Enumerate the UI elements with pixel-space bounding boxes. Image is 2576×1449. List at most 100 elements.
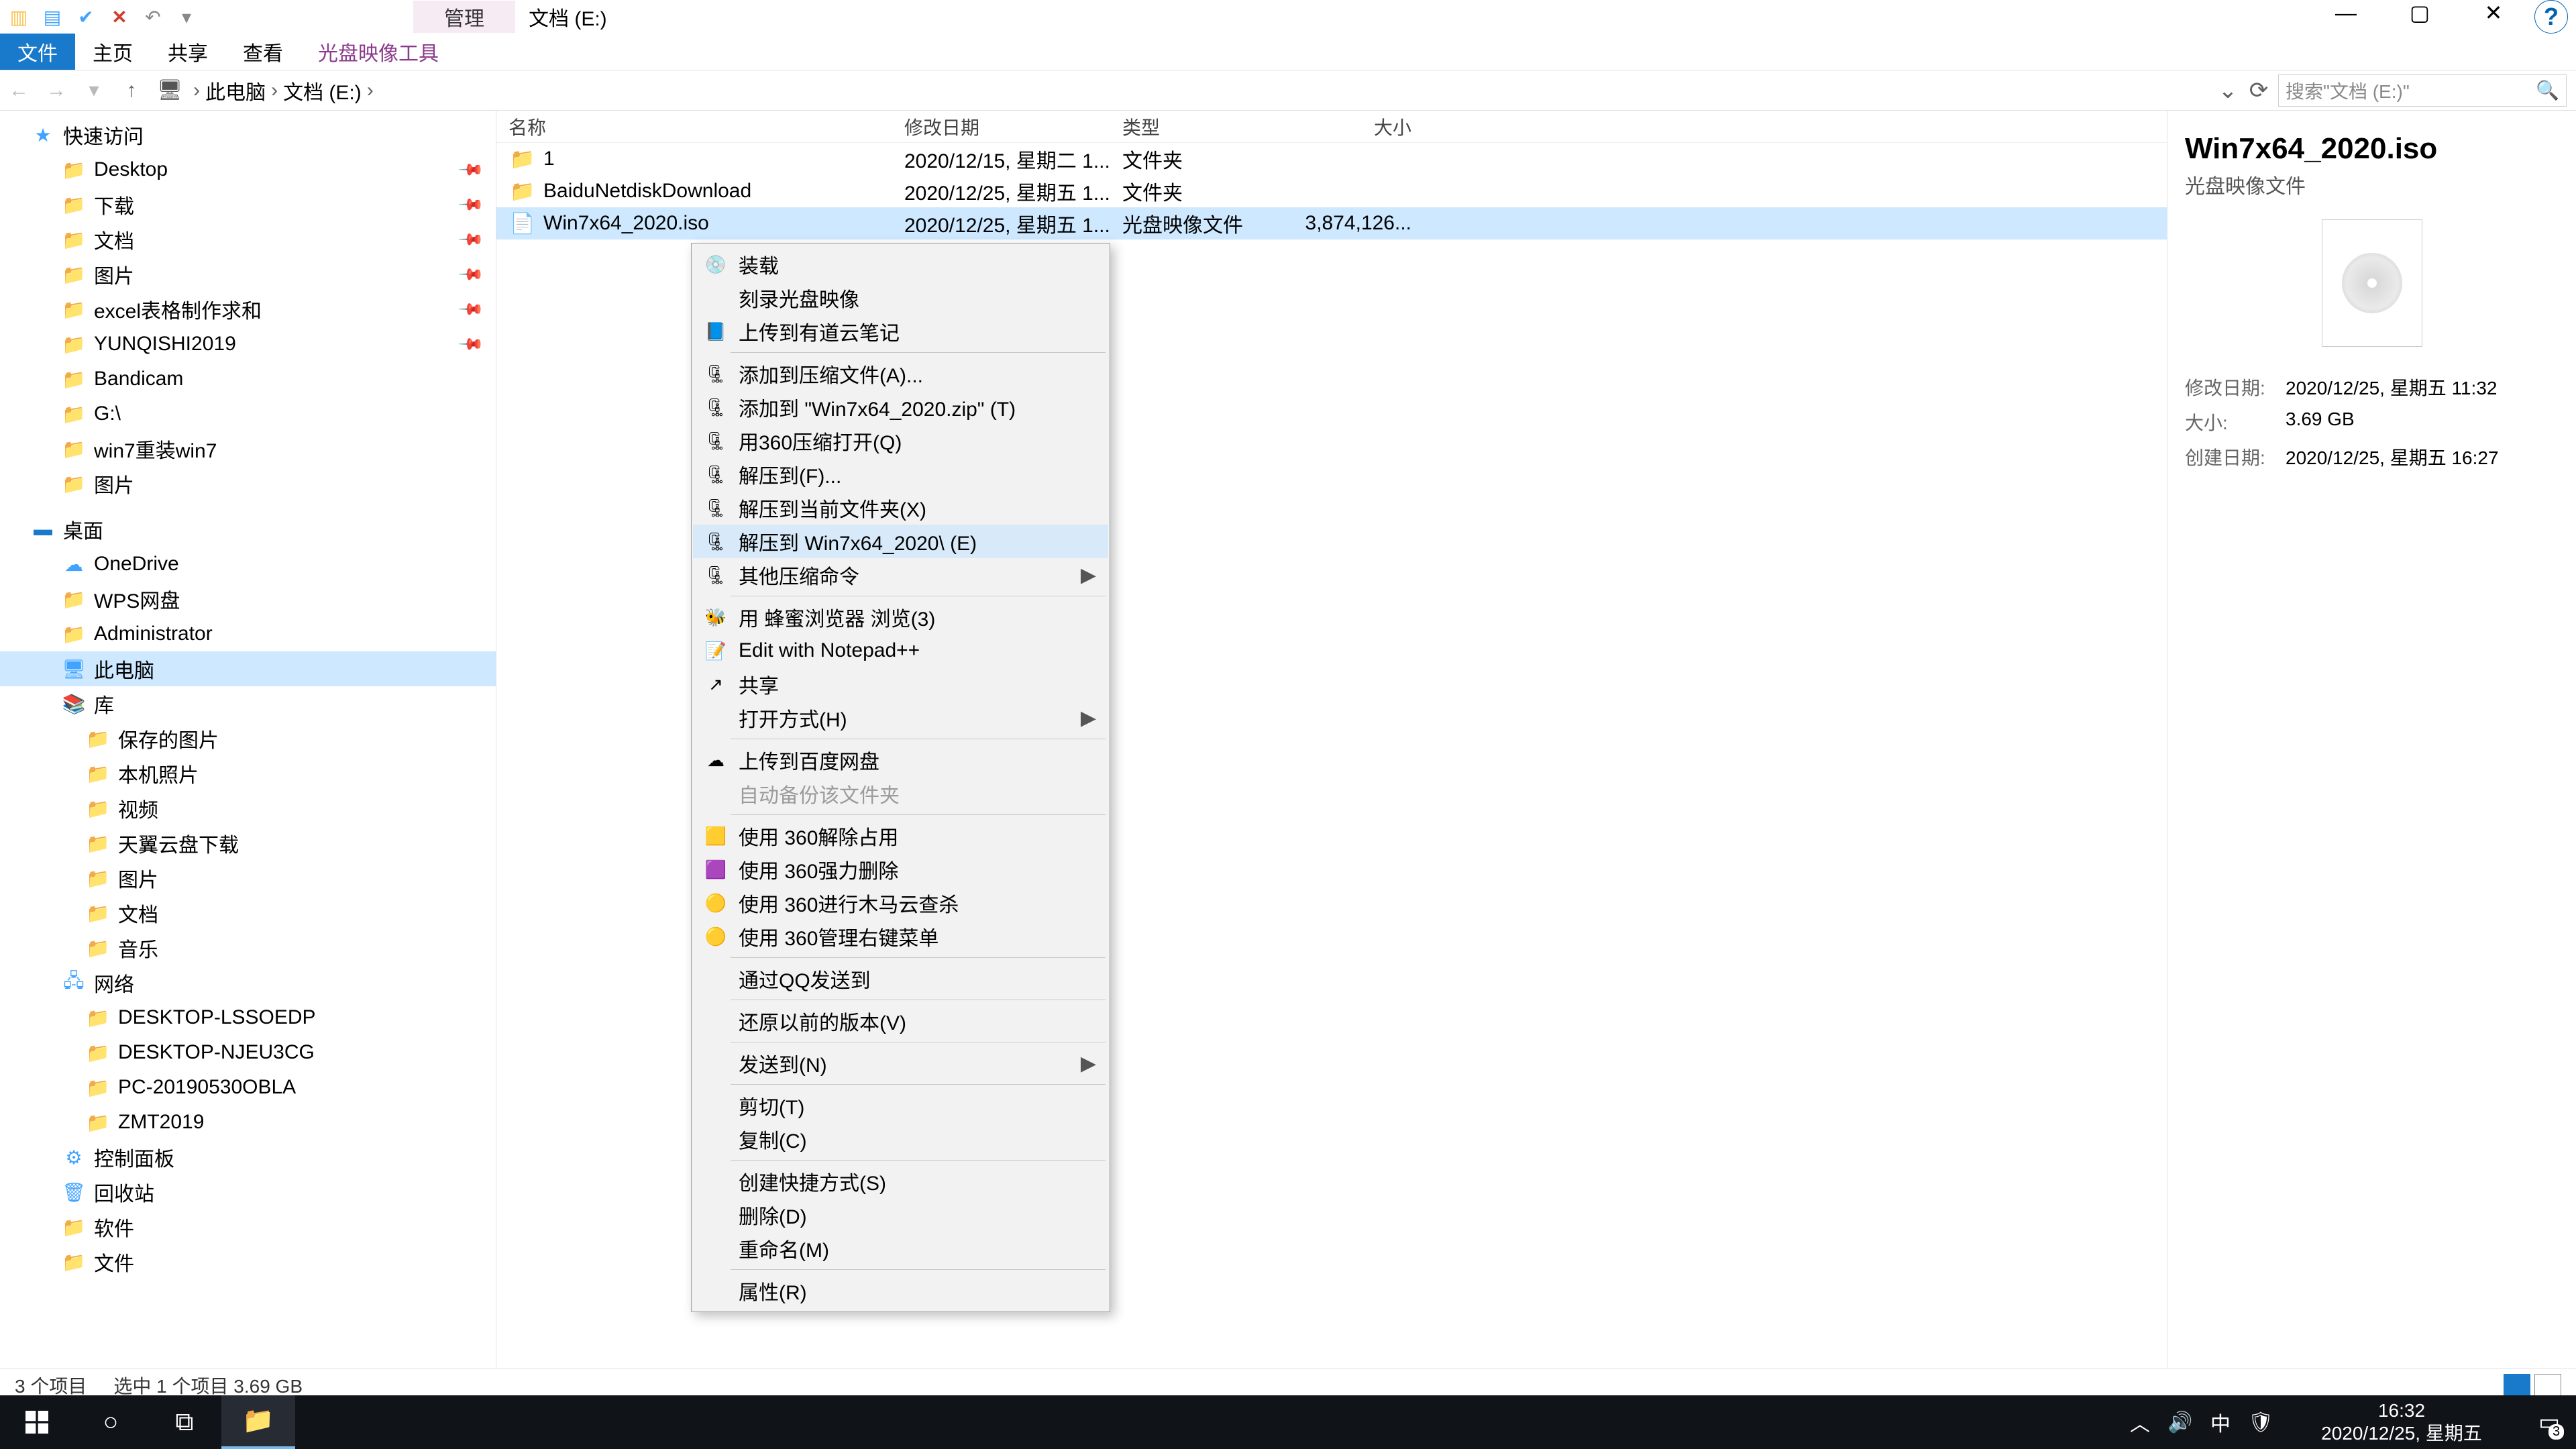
- view-details-button[interactable]: [2504, 1374, 2530, 1397]
- context-menu-item[interactable]: 🟡使用 360进行木马云查杀: [693, 886, 1108, 920]
- tree-item[interactable]: 📁图片: [0, 861, 496, 896]
- context-menu-item[interactable]: 🟪使用 360强力删除: [693, 853, 1108, 886]
- qa-dropdown-icon[interactable]: ▾: [173, 3, 200, 30]
- tree-item[interactable]: ☁OneDrive: [0, 547, 496, 582]
- col-type[interactable]: 类型: [1110, 113, 1291, 140]
- context-menu-item[interactable]: 属性(R): [693, 1274, 1108, 1307]
- refresh-button[interactable]: ⟳: [2243, 77, 2274, 104]
- tree-item[interactable]: 📁音乐: [0, 930, 496, 965]
- tree-item[interactable]: 📁天翼云盘下载: [0, 826, 496, 861]
- address-dropdown-icon[interactable]: ⌄: [2212, 77, 2243, 104]
- chevron-right-icon[interactable]: ›: [367, 79, 374, 102]
- tree-item[interactable]: 📁图片📌: [0, 257, 496, 292]
- context-menu-item[interactable]: 重命名(M): [693, 1232, 1108, 1265]
- context-menu-item[interactable]: 🐝用 蜂蜜浏览器 浏览(3): [693, 600, 1108, 634]
- tree-item[interactable]: 📁图片: [0, 466, 496, 501]
- chevron-right-icon[interactable]: ›: [193, 79, 200, 102]
- breadcrumb-drive[interactable]: 文档 (E:): [283, 76, 362, 105]
- context-menu-item[interactable]: 🟨使用 360解除占用: [693, 819, 1108, 853]
- tree-item[interactable]: 📁DESKTOP-NJEU3CG: [0, 1035, 496, 1070]
- breadcrumb-pc[interactable]: 此电脑: [205, 76, 266, 105]
- explorer-taskbar-button[interactable]: 📁: [221, 1395, 295, 1449]
- context-menu-item[interactable]: 🗜解压到当前文件夹(X): [693, 491, 1108, 525]
- context-menu-item[interactable]: 复制(C): [693, 1122, 1108, 1156]
- context-menu-item[interactable]: 打开方式(H)▶: [693, 701, 1108, 735]
- tree-item[interactable]: 📁文档: [0, 896, 496, 930]
- context-menu-item[interactable]: 发送到(N)▶: [693, 1046, 1108, 1080]
- col-date[interactable]: 修改日期: [892, 113, 1110, 140]
- tree-item[interactable]: 📁ZMT2019: [0, 1105, 496, 1140]
- context-menu-item[interactable]: 🗜添加到 "Win7x64_2020.zip" (T): [693, 390, 1108, 424]
- context-menu-item[interactable]: 📝Edit with Notepad++: [693, 634, 1108, 667]
- tree-item[interactable]: 📁excel表格制作求和📌: [0, 292, 496, 327]
- context-menu-item[interactable]: 删除(D): [693, 1198, 1108, 1232]
- col-size[interactable]: 大小: [1291, 113, 1429, 140]
- context-menu-item[interactable]: 🗜解压到(F)...: [693, 458, 1108, 491]
- tree-item[interactable]: 📁Desktop📌: [0, 152, 496, 187]
- tree-item[interactable]: 🖧网络: [0, 965, 496, 1000]
- tree-item[interactable]: 📁文档📌: [0, 222, 496, 257]
- nav-up-button[interactable]: ↑: [113, 72, 150, 109]
- tree-item[interactable]: 📁保存的图片: [0, 721, 496, 756]
- file-row[interactable]: 📁BaiduNetdiskDownload2020/12/25, 星期五 1..…: [496, 175, 2167, 207]
- contextual-tab-manage[interactable]: 管理: [413, 1, 515, 33]
- tree-item[interactable]: 🖥此电脑: [0, 651, 496, 686]
- context-menu-item[interactable]: 还原以前的版本(V): [693, 1004, 1108, 1038]
- file-row[interactable]: 📄Win7x64_2020.iso2020/12/25, 星期五 1...光盘映…: [496, 207, 2167, 239]
- tree-item[interactable]: 📁下载📌: [0, 187, 496, 222]
- view-icons-button[interactable]: [2534, 1374, 2561, 1397]
- task-view-button[interactable]: ⧉: [148, 1395, 221, 1449]
- tray-ime-icon[interactable]: 中: [2200, 1395, 2241, 1449]
- close-button[interactable]: ✕: [2457, 0, 2530, 30]
- context-menu-item[interactable]: 🟡使用 360管理右键菜单: [693, 920, 1108, 953]
- tab-disc-image-tools[interactable]: 光盘映像工具: [301, 34, 456, 70]
- tab-share[interactable]: 共享: [150, 34, 225, 70]
- tray-volume-icon[interactable]: 🔊: [2160, 1395, 2200, 1449]
- context-menu-item[interactable]: 🗜添加到压缩文件(A)...: [693, 357, 1108, 390]
- help-button[interactable]: ?: [2534, 0, 2568, 34]
- maximize-button[interactable]: ▢: [2383, 0, 2457, 30]
- context-menu-item[interactable]: 刻录光盘映像: [693, 281, 1108, 315]
- tree-item[interactable]: 📁PC-20190530OBLA: [0, 1070, 496, 1105]
- qa-delete-icon[interactable]: ✕: [106, 3, 133, 30]
- context-menu-item[interactable]: 🗜解压到 Win7x64_2020\ (E): [693, 525, 1108, 558]
- tree-item[interactable]: 📁本机照片: [0, 756, 496, 791]
- context-menu-item[interactable]: 🗜用360压缩打开(Q): [693, 424, 1108, 458]
- tree-item[interactable]: 📁软件: [0, 1210, 496, 1244]
- chevron-right-icon[interactable]: ›: [271, 79, 278, 102]
- context-menu-item[interactable]: ↗共享: [693, 667, 1108, 701]
- tree-item[interactable]: 📚库: [0, 686, 496, 721]
- context-menu-item[interactable]: 📘上传到有道云笔记: [693, 315, 1108, 348]
- col-name[interactable]: 名称: [496, 113, 892, 140]
- qa-undo-icon[interactable]: ↶: [140, 3, 166, 30]
- nav-forward-button[interactable]: →: [38, 72, 75, 109]
- file-row[interactable]: 📁12020/12/15, 星期二 1...文件夹: [496, 143, 2167, 175]
- tab-view[interactable]: 查看: [225, 34, 301, 70]
- tree-item[interactable]: 📁G:\: [0, 396, 496, 431]
- tree-item[interactable]: 📁win7重装win7: [0, 431, 496, 466]
- context-menu-item[interactable]: 剪切(T): [693, 1089, 1108, 1122]
- qa-pin-icon[interactable]: ▤: [39, 3, 66, 30]
- tree-item[interactable]: 📁文件: [0, 1244, 496, 1279]
- tree-item[interactable]: 📁Administrator: [0, 616, 496, 651]
- tray-shield-icon[interactable]: 🛡: [2241, 1395, 2281, 1449]
- taskbar-clock[interactable]: 16:32 2020/12/25, 星期五: [2281, 1399, 2522, 1445]
- tree-quick-access[interactable]: ★ 快速访问: [0, 117, 496, 152]
- context-menu-item[interactable]: 💿装载: [693, 248, 1108, 281]
- tree-item[interactable]: 📁DESKTOP-LSSOEDP: [0, 1000, 496, 1035]
- minimize-button[interactable]: —: [2309, 0, 2383, 30]
- search-button[interactable]: ○: [74, 1395, 148, 1449]
- tree-item[interactable]: 📁WPS网盘: [0, 582, 496, 616]
- address-bar[interactable]: 🖥 › 此电脑 › 文档 (E:) ›: [150, 76, 2212, 105]
- tree-item[interactable]: 📁视频: [0, 791, 496, 826]
- nav-back-button[interactable]: ←: [0, 72, 38, 109]
- search-input[interactable]: 搜索"文档 (E:)" 🔍: [2278, 74, 2567, 107]
- context-menu-item[interactable]: 通过QQ发送到: [693, 962, 1108, 996]
- tray-chevron-up-icon[interactable]: ︿: [2120, 1395, 2160, 1449]
- tab-file[interactable]: 文件: [0, 34, 75, 70]
- qa-checkmark-icon[interactable]: ✔: [72, 3, 99, 30]
- context-menu-item[interactable]: 🗜其他压缩命令▶: [693, 558, 1108, 592]
- tree-item[interactable]: 📁Bandicam: [0, 362, 496, 396]
- start-button[interactable]: [0, 1395, 74, 1449]
- nav-history-dropdown[interactable]: ▾: [75, 72, 113, 109]
